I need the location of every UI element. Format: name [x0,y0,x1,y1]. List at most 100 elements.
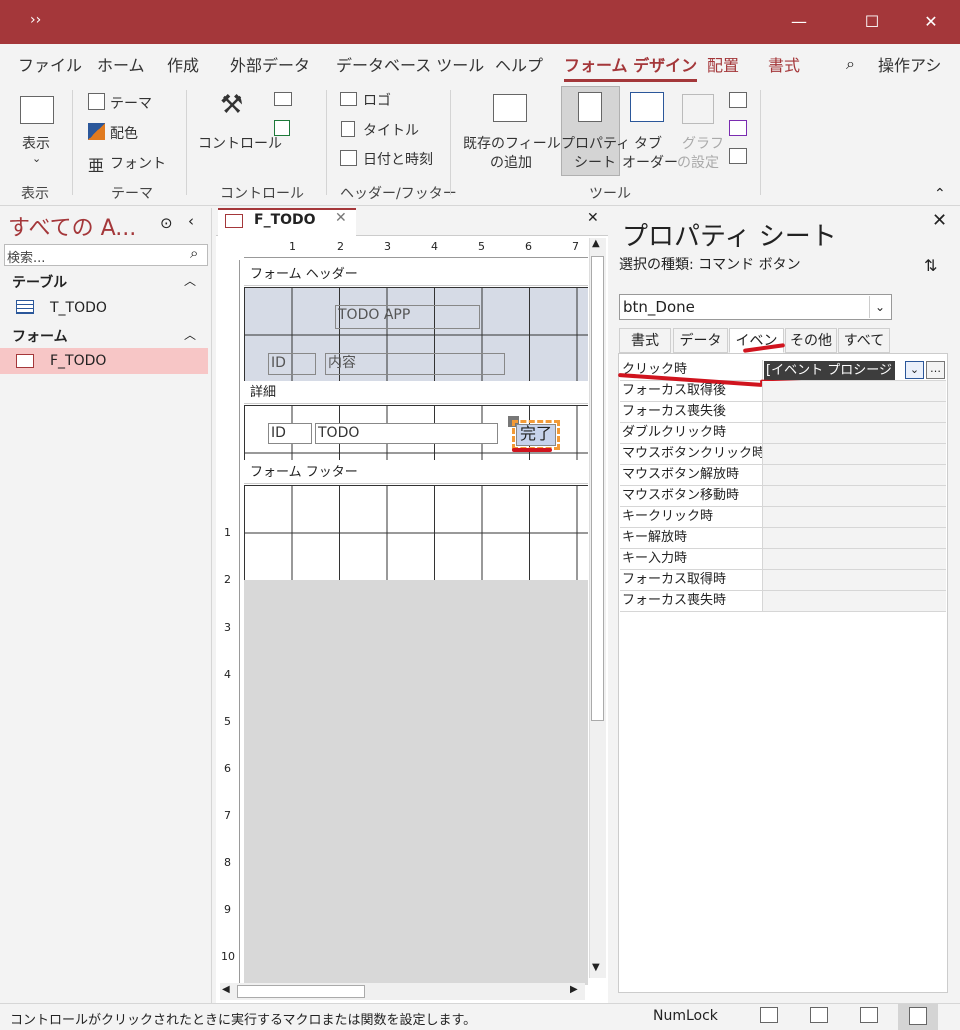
controls-icon[interactable]: ⚒ [220,90,243,120]
search-icon[interactable]: ⌕ [190,244,198,262]
tab-format[interactable]: 書式 [619,328,671,353]
chevron-up-icon[interactable]: ︿ [184,326,196,343]
property-row[interactable]: キークリック時 [620,507,946,528]
theme-button[interactable]: テーマ [110,93,152,113]
collapse-ribbon-icon[interactable]: ⌃ [934,186,946,202]
property-row[interactable]: ダブルクリック時 [620,423,946,444]
close-pane-icon[interactable]: ✕ [932,210,947,231]
close-document-icon[interactable]: ✕ [587,210,599,226]
tab-all[interactable]: すべて [838,328,890,353]
tab-other[interactable]: その他 [785,328,837,353]
header-id-label[interactable]: ID [268,353,316,375]
font-button[interactable]: フォント [110,153,166,173]
property-row[interactable]: フォーカス喪失時 [620,591,946,612]
property-row[interactable]: キー入力時 [620,549,946,570]
build-button[interactable]: … [926,361,945,379]
insert-image-icon[interactable] [274,92,292,106]
controls-button[interactable]: コントロール [198,133,282,153]
property-row[interactable]: マウスボタンクリック時 [620,444,946,465]
hscrollbar-thumb[interactable] [237,985,365,998]
nav-menu-icon[interactable]: ⊙ [160,214,173,232]
tables-header[interactable]: テーブル [12,272,67,292]
search-icon[interactable]: ⌕ [846,54,855,74]
code-icon[interactable] [729,92,747,108]
add-field-icon[interactable] [493,94,527,122]
sort-icon[interactable]: ⇅ [924,256,937,275]
menu-home[interactable]: ホーム [97,52,145,76]
layout-view-icon[interactable] [860,1007,878,1023]
close-tab-icon[interactable]: ✕ [335,210,347,226]
chevron-up-icon[interactable]: ︿ [184,272,196,289]
design-view-icon[interactable] [909,1007,927,1025]
datasheet-view-icon[interactable] [810,1007,828,1023]
tab-order-label-2[interactable]: オーダー [622,152,678,172]
menu-external-data[interactable]: 外部データ [230,52,310,76]
logo-icon[interactable] [340,92,357,106]
forms-header[interactable]: フォーム [12,326,68,346]
form-footer-bar[interactable]: フォーム フッター [244,462,588,484]
logo-button[interactable]: ロゴ [363,90,391,110]
done-button[interactable]: 完了 [516,424,556,446]
menu-arrange[interactable]: 配置 [707,52,739,76]
header-title-label[interactable]: TODO APP [335,305,480,329]
header-content-label[interactable]: 内容 [325,353,505,375]
property-row[interactable]: フォーカス喪失後 [620,402,946,423]
property-row[interactable]: フォーカス取得後 [620,381,946,402]
color-button[interactable]: 配色 [110,123,138,143]
form-view-icon[interactable] [760,1007,778,1023]
scroll-left-arrow[interactable]: ◀ [222,984,230,995]
nav-title[interactable]: すべての A... [8,210,136,242]
property-sheet-label-2[interactable]: シート [574,152,616,172]
menu-file[interactable]: ファイル [18,52,82,76]
chevron-down-icon[interactable]: ⌄ [905,361,924,379]
property-sheet-label-1[interactable]: プロパティ [561,133,630,153]
menu-help[interactable]: ヘルプ [495,52,543,76]
nav-search-input[interactable]: 検索... [7,247,45,266]
quick-access-chevron[interactable]: ›› [30,12,41,28]
insert-control-icon[interactable] [274,120,290,136]
detail-bar[interactable]: 詳細 [244,382,588,404]
event-procedure-value[interactable]: [イベント プロシージャ] [764,361,895,397]
title-icon[interactable] [341,121,355,137]
form-view-icon[interactable] [20,96,54,124]
detail-todo-field[interactable]: TODO [315,423,498,444]
property-sheet-icon[interactable] [578,92,602,122]
scrollbar-thumb[interactable] [591,256,604,721]
tell-me-label[interactable]: 操作アシ [878,52,941,76]
title-button[interactable]: タイトル [363,120,419,140]
macro-icon[interactable] [729,120,747,136]
menu-create[interactable]: 作成 [167,52,199,76]
menu-database-tools[interactable]: データベース ツール [336,52,484,76]
minimize-button[interactable]: — [776,0,822,44]
color-icon[interactable] [88,123,105,140]
font-icon[interactable]: 亜 [88,152,104,176]
tab-order-icon[interactable] [630,92,664,122]
menu-form-design[interactable]: フォーム デザイン [564,52,698,82]
nav-item-t-todo[interactable]: T_TODO [50,300,107,316]
form-footer-section[interactable] [244,485,588,580]
tab-order-label-1[interactable]: タブ [634,133,662,153]
theme-icon[interactable] [88,93,105,110]
chevron-down-icon[interactable]: ⌄ [869,296,890,318]
scroll-right-arrow[interactable]: ▶ [570,984,578,995]
close-button[interactable]: ✕ [908,0,954,44]
view-button[interactable]: 表示 [22,133,50,153]
maximize-button[interactable]: ☐ [849,0,895,44]
form-header-bar[interactable]: フォーム ヘッダー [244,264,588,286]
convert-icon[interactable] [729,148,747,164]
detail-id-field[interactable]: ID [268,423,312,444]
datetime-button[interactable]: 日付と時刻 [363,149,433,169]
property-row[interactable]: マウスボタン移動時 [620,486,946,507]
add-field-label-1[interactable]: 既存のフィールド [463,133,575,153]
menu-format[interactable]: 書式 [768,52,800,76]
property-row[interactable]: キー解放時 [620,528,946,549]
property-row[interactable]: マウスボタン解放時 [620,465,946,486]
add-field-label-2[interactable]: の追加 [490,152,532,172]
property-row[interactable]: フォーカス取得時 [620,570,946,591]
scroll-down-arrow[interactable]: ▼ [592,962,600,973]
calendar-icon[interactable] [340,150,357,166]
tab-data[interactable]: データ [673,328,728,353]
scroll-up-arrow[interactable]: ▲ [592,238,600,249]
collapse-nav-icon[interactable]: ‹ [188,212,194,230]
chevron-down-icon[interactable]: ⌄ [32,152,41,165]
